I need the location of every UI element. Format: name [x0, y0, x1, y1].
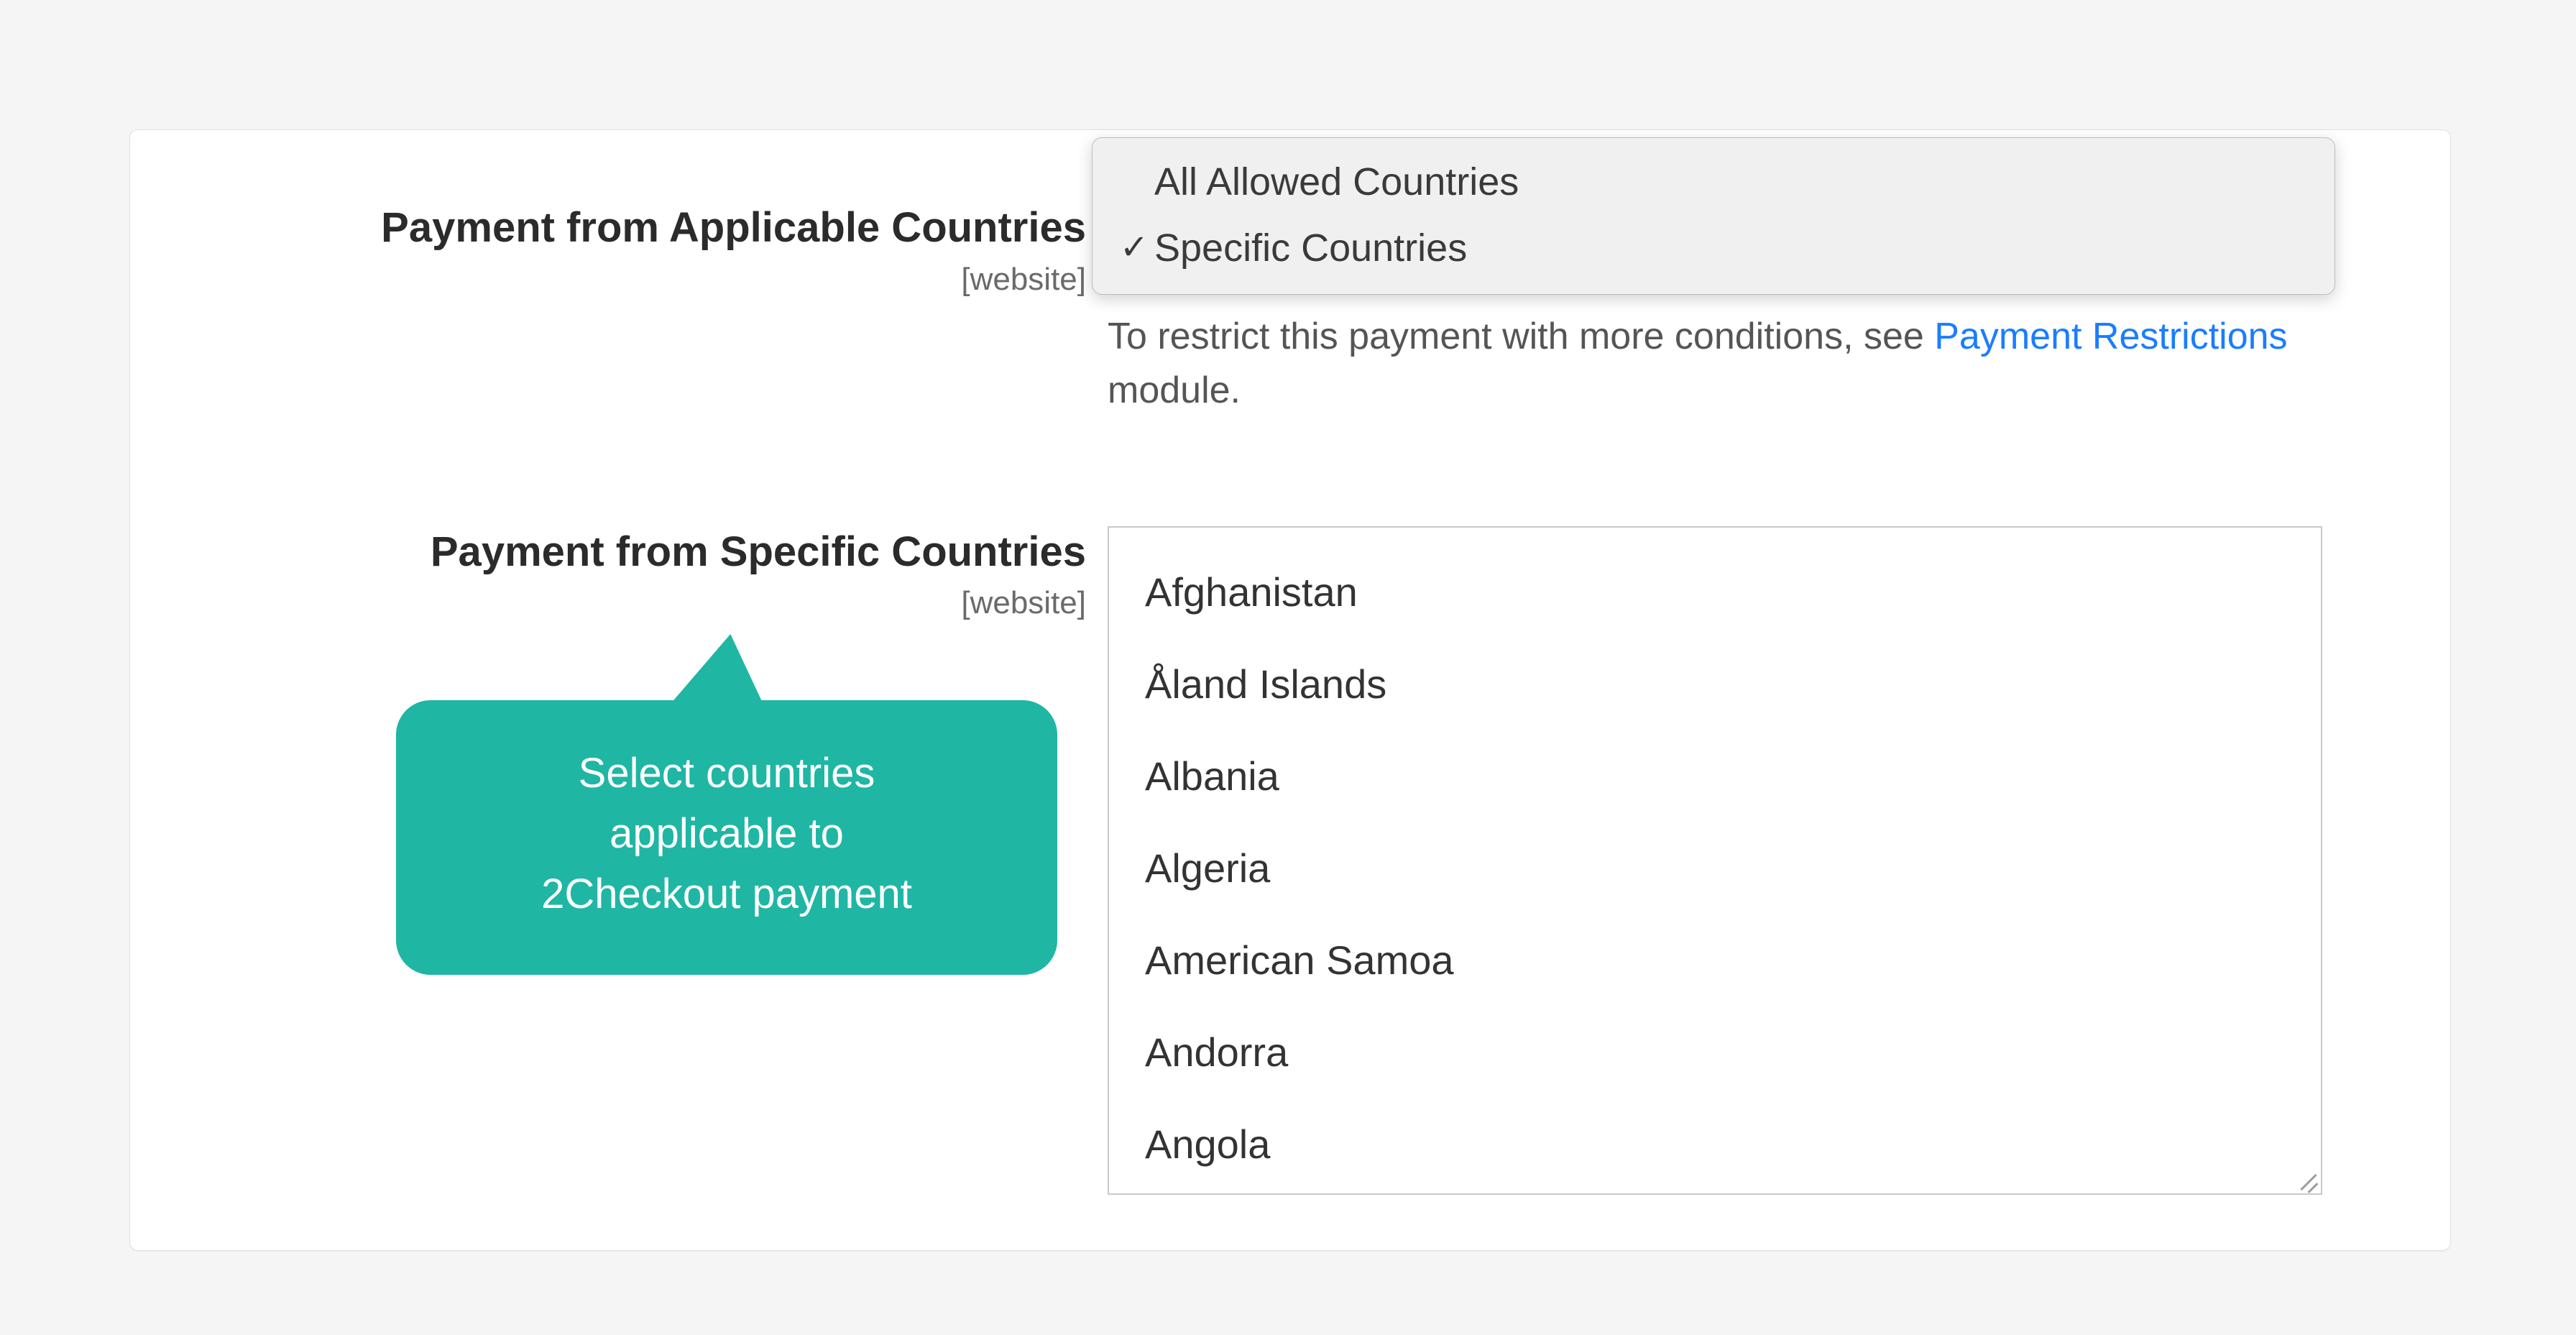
applicable-countries-dropdown[interactable]: ✓ All Allowed Countries ✓ Specific Count… — [1092, 137, 2335, 295]
control-col: ✓ All Allowed Countries ✓ Specific Count… — [1108, 159, 2407, 418]
help-callout: Select countries applicable to 2Checkout… — [396, 634, 1057, 975]
label-col: Payment from Applicable Countries [websi… — [173, 159, 1108, 298]
settings-panel: Payment from Applicable Countries [websi… — [129, 129, 2451, 1251]
resize-handle-icon[interactable] — [2298, 1170, 2318, 1191]
specific-countries-multiselect[interactable]: Afghanistan Åland Islands Albania Algeri… — [1108, 526, 2322, 1195]
country-option[interactable]: Albania — [1145, 730, 2285, 822]
payment-restrictions-link[interactable]: Payment Restrictions — [1934, 316, 2287, 357]
dropdown-option-all-allowed[interactable]: ✓ All Allowed Countries — [1092, 150, 2334, 216]
label-col: Payment from Specific Countries [website… — [173, 519, 1108, 622]
country-option[interactable]: Algeria — [1145, 822, 2285, 914]
specific-countries-scope: [website] — [173, 585, 1086, 621]
dropdown-option-specific[interactable]: ✓ Specific Countries — [1092, 216, 2334, 282]
specific-countries-label: Payment from Specific Countries — [173, 526, 1086, 579]
dropdown-option-label: All Allowed Countries — [1154, 152, 1519, 213]
applicable-countries-help: To restrict this payment with more condi… — [1108, 310, 2315, 418]
row-specific-countries: Payment from Specific Countries [website… — [173, 519, 2407, 1195]
checkmark-icon: ✓ — [1114, 221, 1154, 275]
country-option[interactable]: Andorra — [1145, 1006, 2285, 1098]
callout-line: Select countries — [446, 743, 1007, 804]
country-option[interactable]: American Samoa — [1145, 914, 2285, 1006]
country-option[interactable]: Afghanistan — [1145, 546, 2285, 638]
help-text-suffix: module. — [1108, 370, 1241, 411]
applicable-countries-scope: [website] — [173, 262, 1086, 298]
callout-body: Select countries applicable to 2Checkout… — [396, 700, 1057, 975]
country-option[interactable]: Angola — [1145, 1098, 2285, 1191]
dropdown-option-label: Specific Countries — [1154, 219, 1467, 279]
control-col: Afghanistan Åland Islands Albania Algeri… — [1108, 519, 2407, 1195]
callout-line: applicable to — [446, 804, 1007, 864]
row-applicable-countries: Payment from Applicable Countries [websi… — [173, 159, 2407, 418]
callout-line: 2Checkout payment — [446, 864, 1007, 925]
country-option[interactable]: Åland Islands — [1145, 638, 2285, 730]
multiselect-options-container: Afghanistan Åland Islands Albania Algeri… — [1109, 528, 2321, 1195]
help-text-prefix: To restrict this payment with more condi… — [1108, 316, 1934, 357]
applicable-countries-label: Payment from Applicable Countries — [173, 202, 1086, 254]
